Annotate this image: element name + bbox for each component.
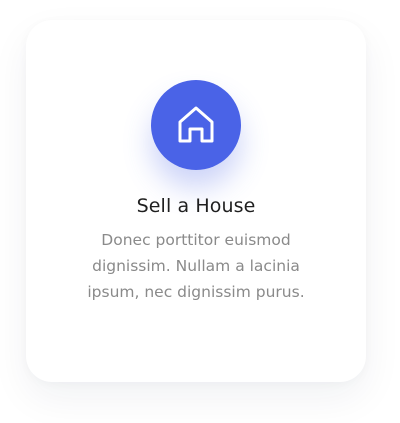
- home-icon: [178, 106, 214, 143]
- card-title: Sell a House: [136, 195, 256, 217]
- icon-badge: [151, 80, 241, 170]
- service-card: Sell a House Donec porttitor euismod dig…: [26, 20, 366, 382]
- card-description: Donec porttitor euismod dignissim. Nulla…: [87, 231, 305, 301]
